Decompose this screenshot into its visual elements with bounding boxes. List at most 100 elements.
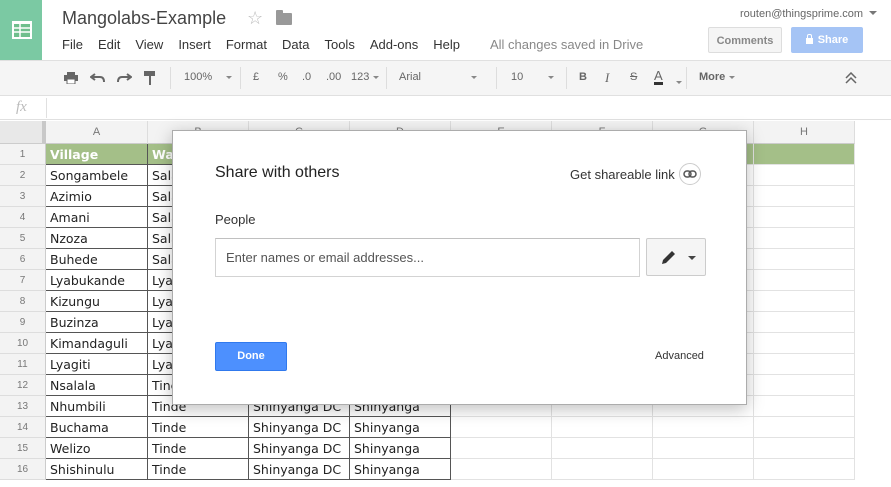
grid-cell[interactable]: Tinde (148, 459, 249, 480)
grid-cell[interactable] (451, 459, 552, 480)
share-button[interactable]: Share (791, 27, 863, 53)
menu-format[interactable]: Format (226, 37, 267, 53)
menu-add-ons[interactable]: Add-ons (370, 37, 418, 53)
row-header[interactable]: 3 (0, 186, 46, 207)
redo-icon[interactable] (116, 72, 132, 84)
grid-cell[interactable] (754, 165, 855, 186)
more-formats-button[interactable]: 123 (351, 71, 380, 83)
grid-cell[interactable] (754, 354, 855, 375)
column-header-h[interactable]: H (754, 121, 855, 144)
row-header[interactable]: 15 (0, 438, 46, 459)
grid-cell[interactable] (754, 375, 855, 396)
row-header[interactable]: 14 (0, 417, 46, 438)
grid-cell[interactable] (754, 333, 855, 354)
document-title[interactable]: Mangolabs-Example (62, 8, 226, 29)
grid-cell[interactable] (552, 417, 653, 438)
grid-cell[interactable] (653, 438, 754, 459)
grid-cell[interactable] (754, 459, 855, 480)
grid-cell[interactable]: Lyagiti (46, 354, 148, 375)
chevron-down-icon[interactable] (869, 11, 877, 15)
grid-cell[interactable]: Buzinza (46, 312, 148, 333)
grid-cell[interactable]: Azimio (46, 186, 148, 207)
font-select[interactable]: Arial (399, 71, 478, 83)
percent-format-button[interactable]: % (278, 71, 288, 83)
grid-cell[interactable] (653, 459, 754, 480)
grid-cell[interactable] (754, 144, 855, 165)
grid-cell[interactable]: Shinyanga (350, 417, 451, 438)
grid-cell[interactable] (754, 207, 855, 228)
formula-bar[interactable] (0, 96, 891, 120)
grid-cell[interactable] (552, 438, 653, 459)
undo-icon[interactable] (90, 72, 106, 84)
grid-cell[interactable]: Shinyanga DC (249, 459, 350, 480)
row-header[interactable]: 7 (0, 270, 46, 291)
grid-cell[interactable]: Shinyanga DC (249, 417, 350, 438)
grid-cell[interactable]: Tinde (148, 438, 249, 459)
row-header[interactable]: 9 (0, 312, 46, 333)
grid-cell[interactable]: Kizungu (46, 291, 148, 312)
menu-insert[interactable]: Insert (178, 37, 211, 53)
menu-help[interactable]: Help (433, 37, 460, 53)
grid-cell[interactable] (754, 186, 855, 207)
bold-button[interactable]: B (579, 71, 587, 83)
row-header[interactable]: 16 (0, 459, 46, 480)
menu-tools[interactable]: Tools (324, 37, 354, 53)
grid-cell[interactable]: Lyabukande (46, 270, 148, 291)
grid-cell[interactable] (451, 417, 552, 438)
grid-cell[interactable] (754, 228, 855, 249)
paint-format-icon[interactable] (143, 70, 157, 86)
grid-cell[interactable]: Shinyanga DC (249, 438, 350, 459)
grid-cell[interactable] (754, 417, 855, 438)
get-shareable-link[interactable]: Get shareable link (570, 167, 675, 182)
grid-cell[interactable] (754, 438, 855, 459)
menu-file[interactable]: File (62, 37, 83, 53)
grid-cell[interactable] (653, 417, 754, 438)
italic-button[interactable]: I (605, 70, 609, 86)
people-input[interactable] (215, 238, 640, 277)
row-header[interactable]: 8 (0, 291, 46, 312)
row-header[interactable]: 4 (0, 207, 46, 228)
zoom-select[interactable]: 100% (184, 71, 233, 83)
row-header[interactable]: 6 (0, 249, 46, 270)
grid-cell[interactable] (754, 396, 855, 417)
account-email[interactable]: routen@thingsprime.com (740, 8, 863, 20)
print-icon[interactable] (64, 72, 78, 84)
grid-cell[interactable] (754, 270, 855, 291)
advanced-link[interactable]: Advanced (655, 350, 704, 362)
grid-cell[interactable]: Buchama (46, 417, 148, 438)
row-header[interactable]: 12 (0, 375, 46, 396)
grid-cell[interactable]: Welizo (46, 438, 148, 459)
select-all-corner[interactable] (0, 121, 46, 144)
grid-cell[interactable]: Nzoza (46, 228, 148, 249)
done-button[interactable]: Done (215, 342, 287, 371)
grid-cell[interactable]: Amani (46, 207, 148, 228)
grid-cell[interactable]: Buhede (46, 249, 148, 270)
star-icon[interactable]: ☆ (247, 8, 263, 29)
grid-cell[interactable] (754, 249, 855, 270)
permission-select[interactable] (646, 238, 706, 276)
comments-button[interactable]: Comments (708, 27, 782, 53)
row-header[interactable]: 13 (0, 396, 46, 417)
row-header[interactable]: 2 (0, 165, 46, 186)
grid-cell[interactable] (754, 312, 855, 333)
grid-cell[interactable]: Shinyanga (350, 459, 451, 480)
text-color-button[interactable]: A (654, 69, 663, 85)
more-button[interactable]: More (699, 71, 736, 83)
grid-cell[interactable]: Village (46, 144, 148, 165)
row-header[interactable]: 11 (0, 354, 46, 375)
currency-format-button[interactable]: £ (253, 71, 259, 83)
grid-cell[interactable]: Shishinulu (46, 459, 148, 480)
decrease-decimal-button[interactable]: .0 (302, 71, 311, 83)
link-icon[interactable] (679, 163, 701, 185)
strikethrough-button[interactable]: S (630, 71, 637, 83)
grid-cell[interactable]: Tinde (148, 417, 249, 438)
grid-cell[interactable]: Nhumbili (46, 396, 148, 417)
menu-view[interactable]: View (135, 37, 163, 53)
grid-cell[interactable] (552, 459, 653, 480)
chevron-down-icon[interactable] (676, 81, 682, 84)
row-header[interactable]: 1 (0, 144, 46, 165)
grid-cell[interactable]: Shinyanga (350, 438, 451, 459)
menu-data[interactable]: Data (282, 37, 309, 53)
grid-cell[interactable]: Songambele (46, 165, 148, 186)
row-header[interactable]: 5 (0, 228, 46, 249)
